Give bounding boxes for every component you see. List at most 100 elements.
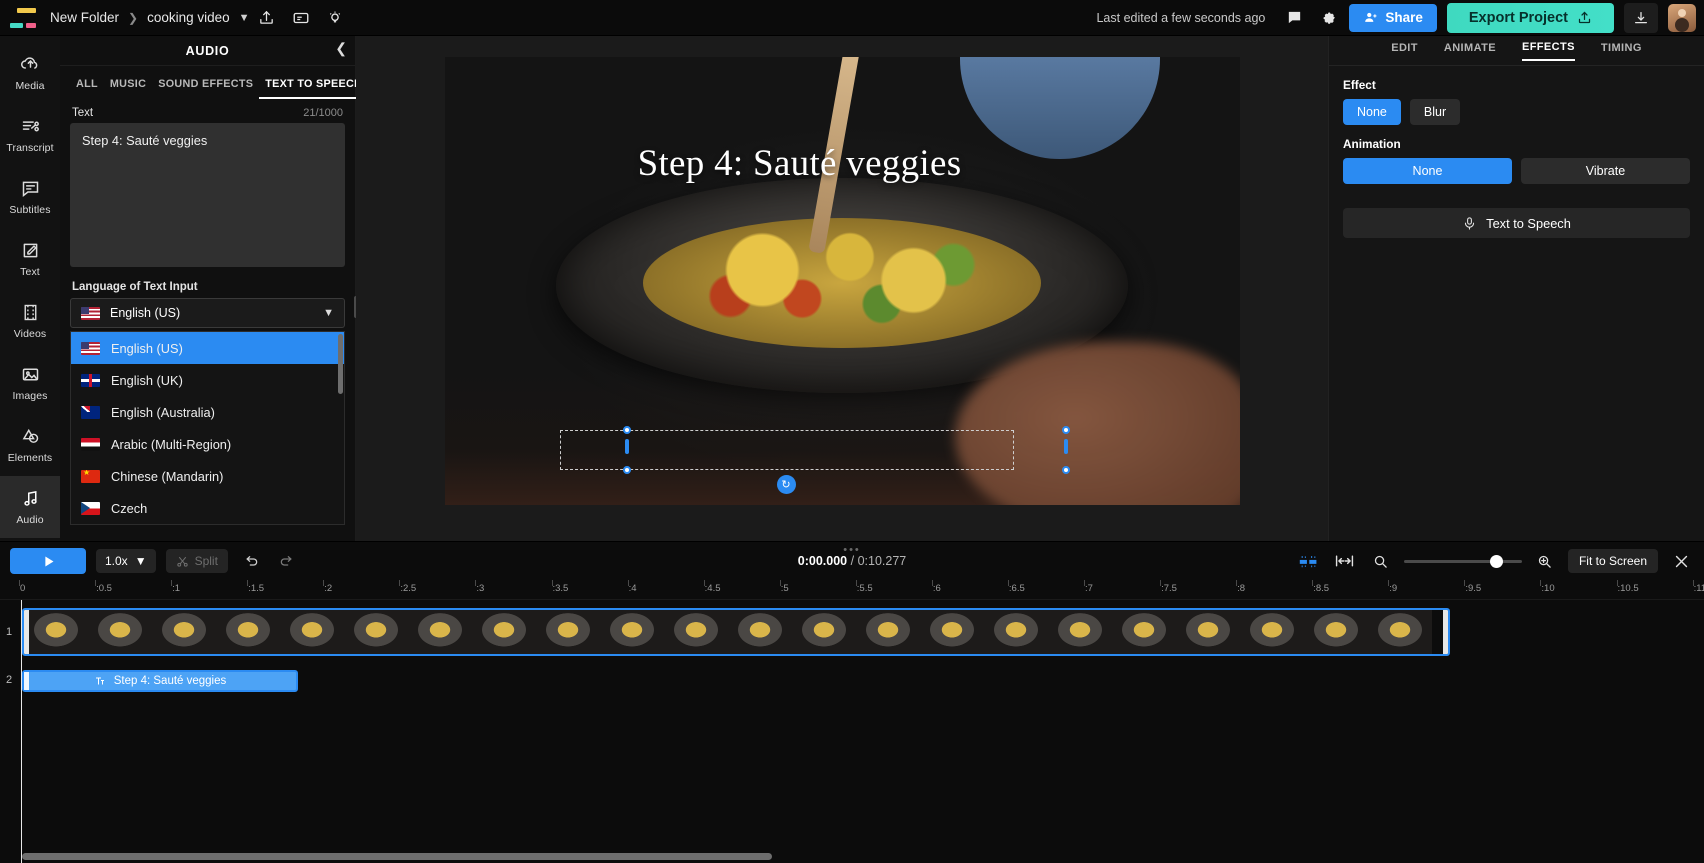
clip-thumbnail — [1176, 610, 1240, 654]
flag-icon-eg — [81, 437, 100, 451]
ideas-lightbulb-icon[interactable] — [318, 1, 352, 35]
effect-blur-button[interactable]: Blur — [1409, 99, 1461, 125]
play-button[interactable] — [10, 548, 86, 574]
text-clip-label: Step 4: Sauté veggies — [113, 675, 227, 687]
ruler-tick: :2.5 — [399, 580, 417, 594]
animation-none-button[interactable]: None — [1343, 158, 1512, 184]
list-item[interactable]: English (Australia) — [71, 396, 344, 428]
clip-thumbnail — [216, 610, 280, 654]
video-preview[interactable]: Step 4: Sauté veggies ↻ — [444, 57, 1240, 505]
clip-thumbnail — [664, 610, 728, 654]
sidebar-item-elements[interactable]: Elements — [0, 414, 60, 476]
comments-icon[interactable] — [1277, 1, 1311, 35]
resize-handle-bottom-left[interactable] — [622, 466, 631, 474]
track-number: 1 — [6, 626, 13, 638]
playback-speed-select[interactable]: 1.0x ▼ — [96, 549, 156, 573]
text-field-header: Text 21/1000 — [60, 99, 355, 123]
sidebar-item-subtitles[interactable]: Subtitles — [0, 166, 60, 228]
resize-handle-top-left[interactable] — [622, 426, 631, 434]
tab-music[interactable]: MUSIC — [104, 74, 152, 99]
resize-handle-top-right[interactable] — [1061, 426, 1070, 434]
animation-section-label: Animation — [1343, 137, 1401, 151]
magnetic-snap-icon[interactable] — [1296, 549, 1322, 573]
collapse-panel-icon[interactable]: ❮ — [335, 40, 347, 57]
tab-animate[interactable]: ANIMATE — [1444, 42, 1496, 60]
clip-thumbnail — [1048, 610, 1112, 654]
list-item[interactable]: Chinese (Mandarin) — [71, 460, 344, 492]
clip-thumbnail — [24, 610, 88, 654]
share-button[interactable]: Share — [1349, 3, 1437, 32]
video-clip[interactable] — [22, 608, 1450, 656]
list-item[interactable]: English (UK) — [71, 364, 344, 396]
sidebar-item-audio[interactable]: Audio — [0, 476, 60, 538]
redo-button[interactable] — [274, 549, 300, 573]
language-select-value: English (US) — [110, 306, 181, 320]
effect-none-button[interactable]: None — [1343, 99, 1401, 125]
user-avatar[interactable] — [1668, 3, 1696, 32]
captions-icon[interactable] — [284, 1, 318, 35]
sidebar-item-media[interactable]: Media — [0, 42, 60, 104]
list-item-label: Arabic (Multi-Region) — [111, 436, 232, 452]
sidebar-item-transcript[interactable]: Transcript — [0, 104, 60, 166]
timeline-right-controls: Fit to Screen — [1296, 549, 1694, 573]
undo-button[interactable] — [238, 549, 264, 573]
text-to-speech-button[interactable]: Text to Speech — [1343, 208, 1690, 238]
resize-handle-left[interactable] — [624, 439, 629, 454]
clip-thumbnail — [920, 610, 984, 654]
sidebar-item-label: Images — [12, 390, 48, 402]
ruler-tick: :3 — [475, 580, 485, 594]
sidebar-item-videos[interactable]: Videos — [0, 290, 60, 352]
app-logo-icon[interactable] — [10, 7, 36, 28]
export-project-button[interactable]: Export Project — [1446, 2, 1614, 33]
download-button[interactable] — [1624, 2, 1658, 33]
list-item[interactable]: English (US) — [71, 332, 344, 364]
zoom-out-icon[interactable] — [1368, 549, 1394, 573]
clip-thumbnail — [600, 610, 664, 654]
clip-thumbnail — [728, 610, 792, 654]
drag-handle-dots[interactable]: ••• — [843, 544, 861, 556]
language-select[interactable]: English (US) ▼ — [70, 298, 345, 328]
sidebar-item-images[interactable]: Images — [0, 352, 60, 414]
resize-handle-right[interactable] — [1063, 439, 1068, 454]
tab-all[interactable]: ALL — [70, 74, 104, 99]
ruler-tick: :4.5 — [703, 580, 721, 594]
timeline-ruler[interactable]: 0:0.5:1:1.5:2:2.5:3:3.5:4:4.5:5:5.5:6:6.… — [0, 580, 1704, 600]
ruler-tick: :8.5 — [1312, 580, 1330, 594]
resize-handle-bottom-right[interactable] — [1061, 466, 1070, 474]
share-upload-icon[interactable] — [250, 1, 284, 35]
ruler-tick: :10 — [1540, 580, 1555, 594]
timeline-tracks: 1 2 Step 4: Sauté veggies — [0, 600, 1704, 863]
breadcrumb-project[interactable]: cooking video — [147, 10, 230, 25]
close-timeline-icon[interactable] — [1668, 549, 1694, 573]
timeline-horizontal-scrollbar[interactable] — [22, 853, 772, 860]
tab-effects[interactable]: EFFECTS — [1521, 41, 1575, 61]
sidebar-item-label: Elements — [7, 452, 53, 464]
playhead[interactable] — [21, 600, 22, 863]
timeline-zoom-slider[interactable] — [1403, 554, 1522, 568]
split-button[interactable]: Split — [165, 549, 228, 573]
animation-vibrate-button[interactable]: Vibrate — [1521, 158, 1690, 184]
text-clip[interactable]: Step 4: Sauté veggies — [22, 670, 298, 692]
list-item[interactable]: Czech — [71, 492, 344, 524]
breadcrumb-folder[interactable]: New Folder — [50, 10, 119, 25]
tab-edit[interactable]: EDIT — [1391, 42, 1418, 60]
tts-text-input[interactable]: Step 4: Sauté veggies — [70, 123, 345, 267]
rotate-handle-icon[interactable]: ↻ — [776, 475, 796, 494]
fit-clips-icon[interactable] — [1332, 549, 1358, 573]
fit-to-screen-button[interactable]: Fit to Screen — [1567, 549, 1658, 573]
ruler-tick: :7 — [1084, 580, 1093, 594]
ruler-tick: :5 — [779, 580, 789, 594]
zoom-in-icon[interactable] — [1532, 549, 1558, 573]
ruler-tick: :11 — [1692, 580, 1704, 594]
dropdown-scrollbar[interactable] — [338, 334, 343, 394]
chevron-down-icon[interactable]: ▼ — [239, 12, 250, 24]
settings-gear-icon[interactable] — [1311, 1, 1345, 35]
tab-sound-effects[interactable]: SOUND EFFECTS — [152, 74, 259, 99]
sidebar-item-text[interactable]: Text — [0, 228, 60, 290]
sidebar-item-label: Audio — [16, 514, 44, 526]
tab-text-to-speech[interactable]: TEXT TO SPEECH — [259, 74, 369, 99]
text-overlay[interactable]: Step 4: Sauté veggies — [572, 142, 1028, 185]
flag-icon-uk — [81, 373, 100, 387]
tab-timing[interactable]: TIMING — [1601, 42, 1642, 60]
list-item[interactable]: Arabic (Multi-Region) — [71, 428, 344, 460]
